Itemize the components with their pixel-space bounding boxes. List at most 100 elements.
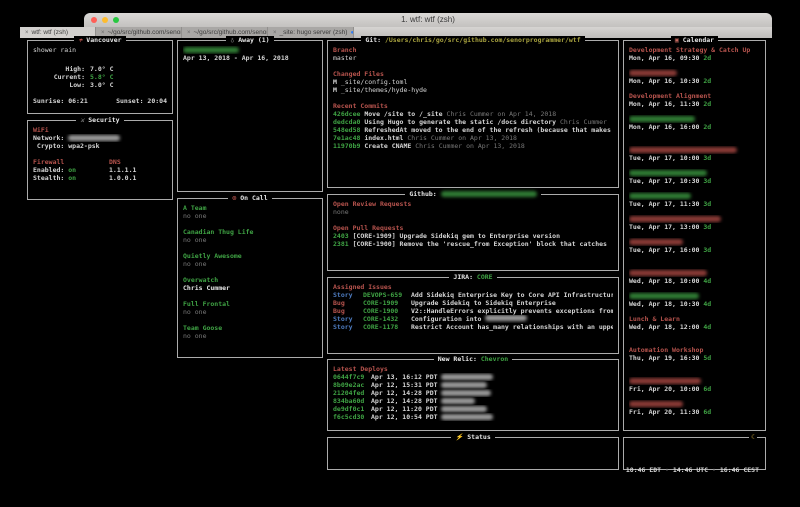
commit-hash: 11970b9: [333, 142, 360, 150]
commit-message: Move /site to /_site: [364, 110, 442, 118]
low-value: 3.0° C: [90, 81, 167, 89]
pr-title: [CORE-1900] Remove the 'rescue_from Exce…: [353, 240, 607, 248]
sunrise: Sunrise: 06:21: [33, 97, 88, 105]
commit-hash: 548ed58: [333, 126, 360, 134]
commit-message: index.html: [364, 134, 403, 142]
redacted-deploy-author: [441, 414, 493, 420]
branch-name: master: [333, 54, 613, 62]
redacted-event-title: [629, 378, 701, 384]
event-datetime: Mon, Apr 16, 10:30: [629, 77, 699, 85]
latest-deploys-header: Latest Deploys: [333, 365, 613, 373]
redacted-deploy-author: [441, 382, 487, 388]
issue-key: CORE-1432: [363, 315, 411, 323]
event-datetime: Tue, Apr 17, 13:00: [629, 223, 699, 231]
branch-header: Branch: [333, 46, 613, 54]
pull-request-list: 2403 [CORE-1909] Upgrade Sidekiq gem to …: [333, 232, 613, 248]
calendar-event: Tue, Apr 17, 11:30 3d: [629, 192, 760, 208]
deploy-time: Apr 12, 14:28 PDT: [371, 397, 441, 405]
oncall-team: Overwatch Chris Cummer: [183, 276, 317, 292]
high-label: High:: [33, 65, 85, 73]
redacted-event-title: [629, 270, 707, 276]
wifi-header: WiFi: [33, 126, 167, 134]
deploy-hash: f6c5cd30: [333, 413, 371, 421]
issue-summary: Restrict Account has_many relationships …: [411, 323, 613, 331]
oncall-person: no one: [183, 308, 317, 316]
oncall-panel: ⊙ On Call A Team no one Canadian Thug Li…: [177, 198, 323, 358]
issue-row: Story CORE-1178 Restrict Account has_man…: [333, 323, 613, 331]
redacted-event-title: [629, 216, 721, 222]
oncall-team: Canadian Thug Life no one: [183, 228, 317, 244]
redacted-event-title: [629, 116, 695, 122]
issue-key: CORE-1909: [363, 299, 411, 307]
event-countdown: 4d: [703, 323, 711, 331]
away-person: [183, 46, 317, 54]
oncall-person: no one: [183, 212, 317, 220]
oncall-person: no one: [183, 332, 317, 340]
firewall-stealth-row: Stealth: on: [33, 174, 109, 182]
event-datetime: Tue, Apr 17, 10:00: [629, 154, 699, 162]
deploy-hash: 0644f7c9: [333, 373, 371, 381]
oncall-team: Team Goose no one: [183, 324, 317, 340]
oncall-team-list: A Team no one Canadian Thug Life no one …: [178, 199, 322, 357]
firewall-enabled-row: Enabled: on: [33, 166, 109, 174]
team-name: Overwatch: [183, 276, 317, 284]
issue-type: Story: [333, 315, 363, 323]
commit-message: Create CNAME: [364, 142, 411, 150]
window-titlebar[interactable]: 1. wtf: wtf (zsh): [84, 13, 772, 27]
event-datetime: Mon, Apr 16, 09:30: [629, 54, 699, 62]
commit-row: 7e1ac48 index.html Chris Cummer on Apr 1…: [333, 134, 613, 142]
clock-time: 10:46: [626, 466, 646, 474]
dns-primary: 1.1.1.1: [109, 166, 167, 174]
redacted-event-title: [629, 170, 707, 176]
newrelic-panel: New Relic: Chevron Latest Deploys 0644f7…: [327, 359, 619, 431]
calendar-event: Development Strategy & Catch Up Mon, Apr…: [629, 46, 760, 62]
weather-panel: ☂ Vancouver shower rain High: 7.0° C Cur…: [27, 40, 173, 114]
redacted-event-title: [629, 293, 699, 299]
weather-condition: shower rain: [33, 46, 167, 54]
pull-request-row: 2381 [CORE-1900] Remove the 'rescue_from…: [333, 240, 613, 248]
commit-meta: Chris Cummer: [560, 118, 607, 126]
git-panel: Git: /Users/chris/go/src/github.com/seno…: [327, 40, 619, 188]
sunset: Sunset: 20:04: [116, 97, 167, 105]
commit-list: 426dcee Move /site to /_site Chris Cumme…: [333, 110, 613, 150]
security-panel: ⚔ Security WiFi Network: Crypto: wpa2-ps…: [27, 120, 173, 200]
issue-key: CORE-1178: [363, 323, 411, 331]
team-name: A Team: [183, 204, 317, 212]
event-countdown: 2d: [703, 123, 711, 131]
changed-files-list: M _site/config.tomlM _site/themes/hyde-h…: [333, 78, 613, 94]
issue-row: Story DEVOPS-659 Add Sidekiq Enterprise …: [333, 291, 613, 299]
assigned-issues-header: Assigned Issues: [333, 283, 613, 291]
event-datetime: Wed, Apr 18, 10:30: [629, 300, 699, 308]
calendar-event: Mon, Apr 16, 16:00 2d: [629, 115, 760, 131]
pull-requests-header: Open Pull Requests: [333, 224, 613, 232]
redacted-deploy-author: [441, 374, 493, 380]
deploy-time: Apr 12, 14:28 PDT: [371, 389, 441, 397]
event-datetime: Wed, Apr 18, 12:00: [629, 323, 699, 331]
calendar-event: Tue, Apr 17, 10:30 3d: [629, 169, 760, 185]
pr-title: [CORE-1909] Upgrade Sidekiq gem to Enter…: [353, 232, 560, 240]
calendar-event: Wed, Apr 18, 10:00 4d: [629, 269, 760, 285]
deploy-hash: 8b09e2ac: [333, 381, 371, 389]
clock-zone: CEST: [743, 466, 759, 474]
event-title: Development Alignment: [629, 92, 711, 100]
redacted-deploy-author: [441, 406, 487, 412]
deploy-row: 21204fed Apr 12, 14:28 PDT: [333, 389, 613, 397]
event-title: Automation Workshop: [629, 346, 703, 354]
jira-panel: JIRA: CORE Assigned Issues Story DEVOPS-…: [327, 277, 619, 354]
redacted-network-name: [68, 135, 120, 141]
deploy-hash: de9df0c1: [333, 405, 371, 413]
event-title: Lunch & Learn: [629, 315, 680, 323]
issue-row: Bug CORE-1909 Upgrade Sidekiq to Sidekiq…: [333, 299, 613, 307]
redacted-event-title: [629, 70, 677, 76]
deploy-time: Apr 13, 16:12 PDT: [371, 373, 441, 381]
desktop: 1. wtf: wtf (zsh) × wtf: wtf (zsh) × ~/g…: [0, 0, 800, 507]
issue-type: Bug: [333, 307, 363, 315]
changed-file: M _site/themes/hyde-hyde: [333, 86, 613, 94]
clock-separator: •: [661, 466, 673, 474]
commit-meta: Chris Cummer on Apr 14, 2018: [447, 110, 557, 118]
team-name: Full Frontal: [183, 300, 317, 308]
calendar-event: Lunch & Learn Wed, Apr 18, 12:00 4d: [629, 315, 760, 331]
event-datetime: Fri, Apr 20, 10:00: [629, 385, 699, 393]
pr-number: 2403: [333, 232, 349, 240]
commit-row: 426dcee Move /site to /_site Chris Cumme…: [333, 110, 613, 118]
